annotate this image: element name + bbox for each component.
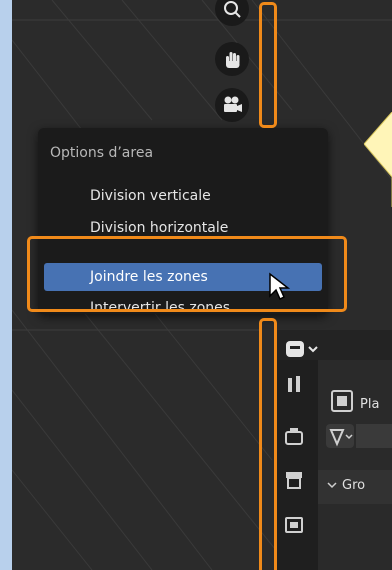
camera-tool-button[interactable] [215, 88, 249, 122]
render-tab-icon[interactable] [285, 428, 303, 445]
plane-label: Pla [360, 397, 380, 412]
tooltip-callout [364, 112, 392, 207]
hand-icon [226, 52, 240, 68]
menu-item-split-horizontal[interactable]: Division horizontale [90, 220, 228, 236]
output-tab-icon[interactable] [286, 472, 302, 489]
group-label: Gro [342, 478, 366, 493]
highlight-join-areas [27, 236, 347, 312]
camera-icon [224, 96, 242, 112]
tool-tab-icon[interactable] [288, 376, 300, 392]
pan-tool-button[interactable] [215, 42, 249, 76]
menu-item-split-vertical[interactable]: Division verticale [90, 188, 211, 204]
blender-viewport: Pla Gro Options d’area Division vertical… [12, 0, 392, 570]
menu-title: Options d’area [50, 145, 154, 161]
properties-tabs [274, 360, 318, 570]
highlight-toolbar-edge [259, 2, 277, 128]
properties-content: Pla Gro [318, 360, 392, 570]
highlight-panel-edge [259, 318, 277, 570]
view-layer-tab-icon[interactable] [285, 517, 303, 533]
zoom-icon [224, 1, 241, 18]
